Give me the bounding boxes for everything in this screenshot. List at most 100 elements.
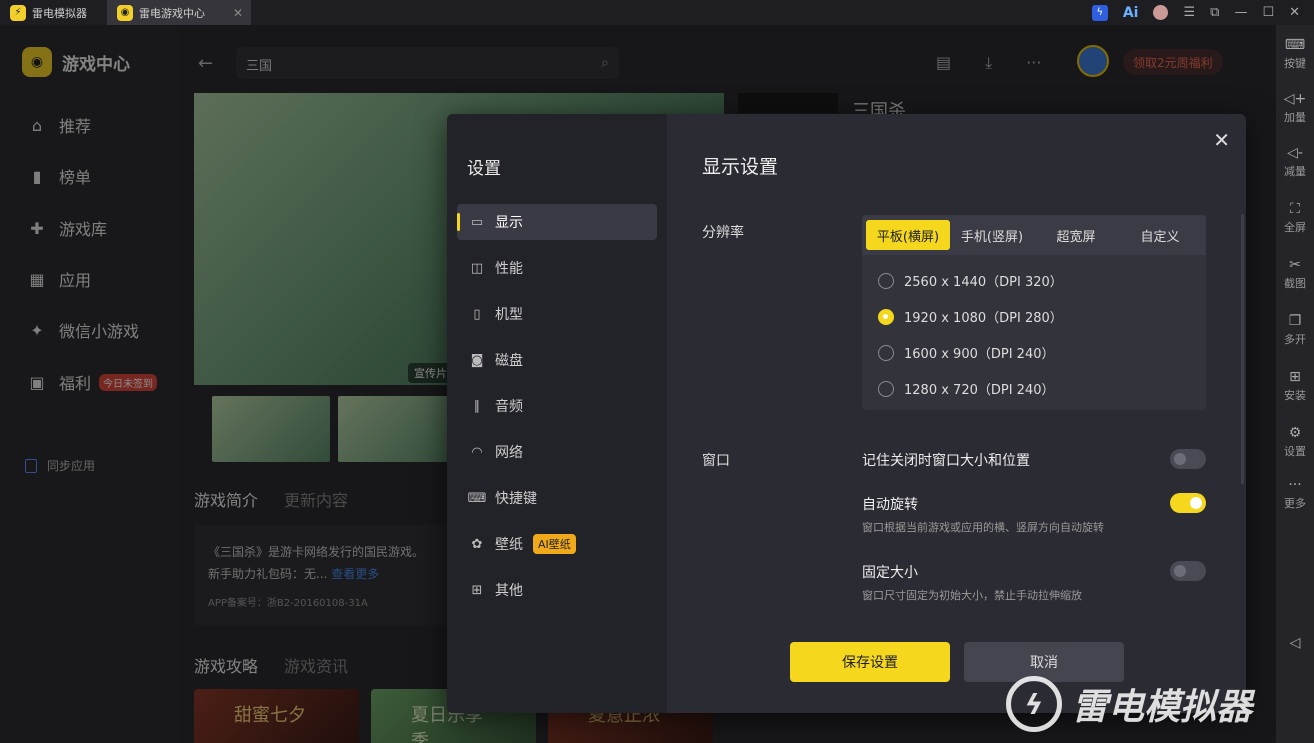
settings-item-label: 磁盘 (495, 353, 523, 369)
resolution-panel: 平板(横屏) 手机(竖屏) 超宽屏 自定义 2560 x 1440（DPI 32… (862, 215, 1206, 410)
window-label: 窗口 (702, 453, 730, 469)
tab-emulator[interactable]: ⚡ 雷电模拟器 (0, 0, 97, 25)
tab-game-center-label: 雷电游戏中心 (139, 6, 205, 20)
settings-sidebar: 设置 ▭ 显示 ◫ 性能 ▯ 机型 ◙ 磁盘 ∥ 音频 ◠ 网络 ⌨ 快捷键 ✿… (447, 114, 667, 713)
keyboard-icon: ⌨ (1284, 37, 1306, 53)
auto-rotate-title: 自动旋转 (862, 497, 918, 513)
settings-item-network[interactable]: ◠ 网络 (457, 434, 657, 470)
auto-rotate-toggle[interactable] (1170, 493, 1206, 513)
bolt-icon[interactable]: ϟ (1091, 4, 1108, 21)
toolbar-install[interactable]: ⊞ 安装 (1276, 369, 1314, 403)
install-icon: ⊞ (1289, 369, 1301, 385)
audio-icon: ∥ (473, 398, 481, 414)
volume-up-icon: ◁+ (1283, 91, 1307, 107)
res-option[interactable]: 1920 x 1080（DPI 280） (878, 307, 1063, 326)
window-close-icon[interactable]: ✕ (1289, 5, 1300, 20)
settings-dialog: 设置 ▭ 显示 ◫ 性能 ▯ 机型 ◙ 磁盘 ∥ 音频 ◠ 网络 ⌨ 快捷键 ✿… (447, 114, 1246, 713)
toolbar-keymap[interactable]: ⌨ 按键 (1276, 37, 1314, 71)
res-tab-custom[interactable]: 自定义 (1118, 220, 1202, 250)
app-logo-icon: ⚡ (10, 4, 26, 21)
dialog-title: 显示设置 (702, 156, 779, 178)
disk-icon: ◙ (470, 352, 484, 368)
menu-icon[interactable]: ☰ (1183, 5, 1195, 20)
fixed-size-title: 固定大小 (862, 565, 918, 581)
res-option[interactable]: 2560 x 1440（DPI 320） (878, 271, 1063, 290)
res-option-label: 2560 x 1440（DPI 320） (904, 275, 1063, 290)
settings-item-label: 音频 (495, 399, 523, 415)
toolbar-fullscreen[interactable]: ⛶ 全屏 (1276, 201, 1314, 235)
toolbar-screenshot[interactable]: ✂ 截图 (1276, 257, 1314, 291)
settings-item-hotkeys[interactable]: ⌨ 快捷键 (457, 480, 657, 516)
performance-icon: ◫ (470, 260, 484, 276)
res-option[interactable]: 1280 x 720（DPI 240） (878, 379, 1054, 398)
resolution-tabs: 平板(横屏) 手机(竖屏) 超宽屏 自定义 (862, 215, 1206, 255)
settings-item-label: 壁纸 (495, 537, 523, 553)
restore-icon[interactable]: ⧉ (1210, 5, 1219, 20)
radio-button-selected[interactable] (878, 308, 894, 325)
scrollbar[interactable] (1241, 214, 1244, 484)
scissors-icon: ✂ (1289, 257, 1301, 273)
res-tab-ultrawide[interactable]: 超宽屏 (1034, 220, 1118, 250)
fixed-size-toggle[interactable] (1170, 561, 1206, 581)
settings-item-performance[interactable]: ◫ 性能 (457, 250, 657, 286)
remember-window-title: 记住关闭时窗口大小和位置 (862, 453, 1030, 469)
radio-button[interactable] (878, 272, 894, 289)
tab-game-center[interactable]: ◉ 雷电游戏中心 ✕ (107, 0, 251, 25)
ai-icon[interactable]: Ai (1123, 5, 1139, 21)
wifi-icon: ◠ (471, 444, 483, 460)
settings-item-label: 网络 (495, 445, 523, 461)
watermark-logo-icon: ϟ (1006, 676, 1062, 732)
resolution-label: 分辨率 (702, 225, 744, 241)
radio-button[interactable] (878, 344, 894, 361)
monitor-icon: ▭ (470, 214, 484, 230)
watermark: ϟ 雷电模拟器 (1006, 676, 1252, 732)
res-tab-phone[interactable]: 手机(竖屏) (950, 220, 1034, 250)
settings-item-label: 显示 (495, 215, 523, 231)
settings-item-disk[interactable]: ◙ 磁盘 (457, 342, 657, 378)
title-bar: ⚡ 雷电模拟器 ◉ 雷电游戏中心 ✕ ϟ Ai ☰ ⧉ — ☐ ✕ (0, 0, 1314, 25)
toolbar-multi[interactable]: ❐ 多开 (1276, 313, 1314, 347)
toolbar-more[interactable]: ··· 更多 (1276, 477, 1314, 511)
toolbar-volume-down[interactable]: ◁- 减量 (1276, 145, 1314, 179)
settings-item-audio[interactable]: ∥ 音频 (457, 388, 657, 424)
remember-window-toggle[interactable] (1170, 449, 1206, 469)
multi-instance-icon: ❐ (1288, 313, 1302, 329)
res-option-label: 1600 x 900（DPI 240） (904, 347, 1055, 362)
maximize-icon[interactable]: ☐ (1262, 5, 1274, 20)
keyboard-icon: ⌨ (467, 490, 487, 506)
settings-item-wallpaper[interactable]: ✿ 壁纸 AI壁纸 (457, 526, 657, 562)
settings-item-model[interactable]: ▯ 机型 (457, 296, 657, 332)
game-center-logo-icon: ◉ (117, 4, 133, 21)
tab-emulator-label: 雷电模拟器 (32, 6, 87, 20)
palette-icon: ✿ (471, 536, 483, 552)
res-option[interactable]: 1600 x 900（DPI 240） (878, 343, 1054, 362)
radio-button[interactable] (878, 380, 894, 397)
gear-icon: ⚙ (1288, 425, 1302, 441)
settings-item-label: 机型 (495, 307, 523, 323)
user-avatar-icon[interactable] (1153, 5, 1169, 20)
fixed-size-desc: 窗口尺寸固定为初始大小，禁止手动拉伸缩放 (862, 589, 1082, 602)
ai-wallpaper-badge: AI壁纸 (533, 534, 576, 554)
save-button[interactable]: 保存设置 (790, 642, 950, 682)
settings-item-label: 快捷键 (495, 491, 537, 507)
watermark-text: 雷电模拟器 (1072, 687, 1253, 728)
minimize-icon[interactable]: — (1234, 5, 1247, 20)
toolbar-settings[interactable]: ⚙ 设置 (1276, 425, 1314, 459)
volume-down-icon: ◁- (1287, 145, 1303, 161)
close-icon[interactable]: ✕ (1213, 128, 1230, 152)
settings-item-display[interactable]: ▭ 显示 (457, 204, 657, 240)
res-tab-tablet[interactable]: 平板(横屏) (866, 220, 950, 250)
grid-icon: ⊞ (471, 582, 483, 598)
auto-rotate-desc: 窗口根据当前游戏或应用的横、竖屏方向自动旋转 (862, 521, 1104, 534)
back-icon: ◁ (1289, 635, 1301, 651)
right-toolbar: ⌨ 按键 ◁+ 加量 ◁- 减量 ⛶ 全屏 ✂ 截图 ❐ 多开 ⊞ 安装 ⚙ 设置 ··· 更多 … (1276, 25, 1314, 743)
settings-title: 设置 (467, 159, 501, 179)
res-option-label: 1920 x 1080（DPI 280） (904, 311, 1063, 326)
settings-item-label: 其他 (495, 583, 523, 599)
toolbar-volume-up[interactable]: ◁+ 加量 (1276, 91, 1314, 125)
more-dots-icon: ··· (1288, 477, 1302, 493)
toolbar-back[interactable]: ◁ (1276, 635, 1314, 653)
settings-item-other[interactable]: ⊞ 其他 (457, 572, 657, 608)
tab-close-icon[interactable]: ✕ (233, 6, 243, 20)
fullscreen-icon: ⛶ (1290, 201, 1300, 217)
